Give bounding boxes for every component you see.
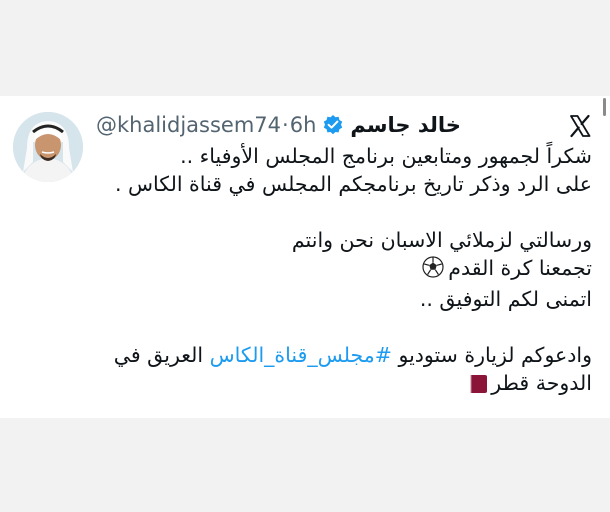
tweet-line-7: الدوحة قطر (92, 369, 592, 400)
tweet-line-6-text: وادعوكم لزيارة ستوديو (398, 343, 592, 367)
author-display-name[interactable]: خالد جاسم (350, 113, 461, 137)
tweet-line-7-text: الدوحة قطر (491, 371, 592, 395)
tweet-card[interactable]: @khalidjassem74·6h خالد جاسم شكراً لجمهو… (0, 96, 610, 418)
scrollbar[interactable] (603, 98, 606, 116)
qatar-flag-icon (463, 372, 488, 400)
tweet-line-3: ورسالتي لزملائي الاسبان نحن وانتم (291, 228, 592, 252)
tweet-text: شكراً لجمهور ومتابعين برنامج المجلس الأو… (92, 142, 592, 400)
tweet-line-4-text: تجمعنا كرة القدم (448, 256, 592, 280)
author-handle[interactable]: @khalidjassem74 (96, 113, 281, 137)
soccer-ball-icon (422, 256, 444, 285)
verified-badge-icon (322, 114, 344, 136)
hashtag-link[interactable]: #مجلس_قناة_الكاس (210, 343, 392, 367)
tweet-line-1: شكراً لجمهور ومتابعين برنامج المجلس الأو… (180, 144, 592, 168)
tweet-line-2: على الرد وذكر تاريخ برنامجكم المجلس في ق… (114, 172, 592, 196)
tweet-header: @khalidjassem74·6h خالد جاسم (96, 110, 561, 140)
avatar[interactable] (13, 112, 83, 182)
tweet-line-6: وادعوكم لزيارة ستوديو #مجلس_قناة_الكاس ا… (92, 341, 592, 369)
meta-separator: · (282, 113, 289, 137)
tweet-meta: @khalidjassem74·6h (96, 113, 316, 137)
tweet-line-4: تجمعنا كرة القدم (92, 254, 592, 285)
tweet-line-5: اتمنى لكم التوفيق .. (419, 287, 592, 311)
x-logo-icon[interactable] (568, 114, 592, 138)
tweet-time[interactable]: 6h (290, 113, 317, 137)
tweet-line-6-end: العريق في (113, 343, 204, 367)
